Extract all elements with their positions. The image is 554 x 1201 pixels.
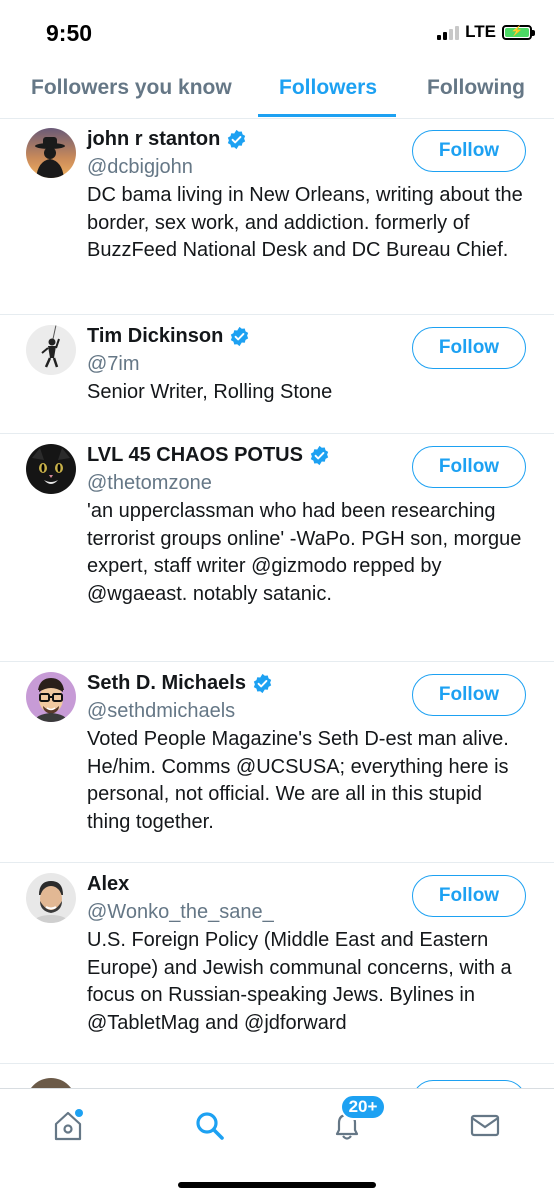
user-name[interactable]: Alex [87,873,129,896]
signal-icon [437,24,460,40]
user-handle: @Wonko_the_sane_ [87,901,274,923]
avatar[interactable] [26,1078,76,1088]
user-row[interactable]: Alex @Wonko_the_sane_ U.S. Foreign Polic… [0,863,554,1064]
follow-button[interactable]: Follow [412,875,526,917]
user-handle: @thetomzone [87,472,212,494]
user-handle: @dcbigjohn [87,156,193,178]
verified-badge-icon [253,673,272,694]
status-indicators: LTE ⚡ [437,22,535,42]
follow-button[interactable]: Follow [412,130,526,172]
status-bar: 9:50 LTE ⚡ [0,0,554,64]
active-tab-indicator [258,114,396,117]
avatar[interactable] [26,672,76,722]
avatar[interactable] [26,128,76,178]
verified-badge-icon [310,445,329,466]
follow-button[interactable] [412,1080,526,1088]
tab-followers[interactable]: Followers [279,76,377,100]
user-bio: Voted People Magazine's Seth D-est man a… [87,728,509,833]
name-line: LVL 45 CHAOS POTUS [87,444,330,467]
name-line: Tim Dickinson [87,325,250,348]
avatar[interactable] [26,325,76,375]
user-row[interactable] [0,1064,554,1088]
network-label: LTE [465,22,496,41]
home-icon[interactable] [48,1105,88,1145]
user-handle: @7im [87,353,140,375]
search-icon[interactable] [189,1105,229,1145]
user-bio: DC bama living in New Orleans, writing a… [87,184,523,261]
home-indicator [178,1182,376,1188]
name-line: john r stanton [87,128,247,151]
user-name[interactable]: Tim Dickinson [87,325,223,348]
user-row[interactable]: Seth D. Michaels @sethdmichaels Voted Pe… [0,662,554,863]
verified-badge-icon [231,326,249,347]
user-bio: 'an upperclassman who had been researchi… [87,500,522,605]
name-line: Seth D. Michaels [87,672,273,695]
follow-button[interactable]: Follow [412,446,526,488]
avatar[interactable] [26,873,76,923]
user-list: john r stanton @dcbigjohn DC bama living… [0,118,554,1088]
avatar[interactable] [26,444,76,494]
follow-button[interactable]: Follow [412,674,526,716]
tab-followers-you-know[interactable]: Followers you know [31,76,232,100]
battery-icon: ⚡ [502,24,535,40]
followers-tabs: Followers you know Followers Following [0,64,554,119]
notifications-badge: 20+ [340,1094,386,1120]
user-handle: @sethdmichaels [87,700,236,722]
verified-badge-icon [228,129,246,150]
name-line: Alex [87,873,129,896]
user-row[interactable]: john r stanton @dcbigjohn DC bama living… [0,118,554,315]
user-name[interactable]: Seth D. Michaels [87,672,246,695]
user-bio: Senior Writer, Rolling Stone [87,381,333,403]
user-row[interactable]: Tim Dickinson @7im Senior Writer, Rollin… [0,315,554,434]
follow-button[interactable]: Follow [412,327,526,369]
user-name[interactable]: john r stanton [87,128,220,151]
user-name[interactable]: LVL 45 CHAOS POTUS [87,444,303,467]
user-row[interactable]: LVL 45 CHAOS POTUS @thetomzone 'an upper… [0,434,554,662]
status-time: 9:50 [46,20,93,46]
user-bio: U.S. Foreign Policy (Middle East and Eas… [87,929,512,1034]
tab-following[interactable]: Following [427,76,525,100]
messages-icon[interactable] [465,1105,505,1145]
